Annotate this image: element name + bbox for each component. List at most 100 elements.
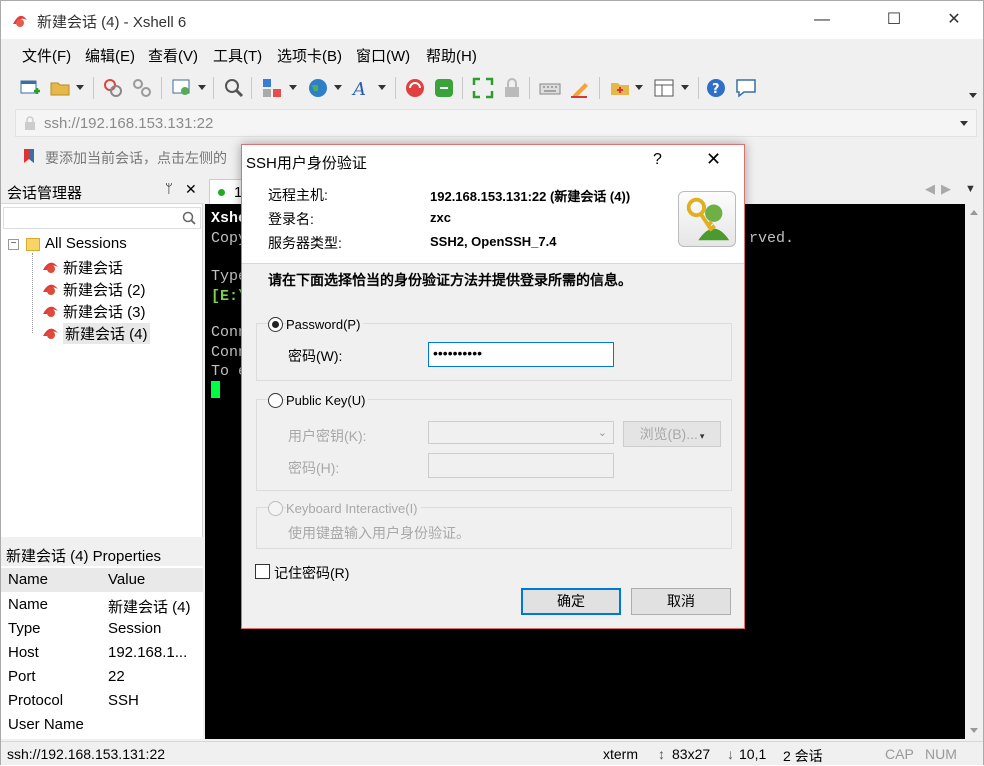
dialog-info-panel: 远程主机: 192.168.153.131:22 (新建会话 (4)) 登录名:… — [242, 177, 744, 264]
disconnect-icon[interactable] — [131, 77, 153, 99]
status-caps-lock: CAP — [885, 746, 914, 762]
highlight-icon[interactable] — [569, 77, 591, 99]
compose-dropdown-icon[interactable] — [635, 85, 643, 90]
tree-item-session[interactable]: 新建会话 (3) — [63, 301, 146, 322]
scroll-down-icon[interactable] — [970, 728, 978, 733]
keyboard-interactive-option-label[interactable]: Keyboard Interactive(I) — [286, 501, 421, 516]
session-search-input[interactable] — [3, 207, 201, 229]
terminal-line-fragment: rved. — [749, 230, 795, 247]
open-folder-icon[interactable] — [49, 77, 71, 99]
browse-button[interactable]: 浏览(B)... ▾ — [623, 421, 721, 447]
font-icon[interactable]: A — [351, 77, 373, 99]
toolbar-separator — [599, 77, 600, 99]
pin-icon[interactable]: ᛘ — [165, 181, 173, 196]
address-bar[interactable]: ssh://192.168.153.131:22 — [15, 109, 977, 137]
remember-password-checkbox[interactable] — [255, 564, 270, 579]
menu-edit[interactable]: 编辑(E) — [85, 45, 135, 66]
chat-icon[interactable] — [735, 77, 757, 99]
lock-icon[interactable] — [501, 77, 523, 99]
menu-tools[interactable]: 工具(T) — [213, 45, 262, 66]
status-terminal-size: 83x27 — [672, 746, 711, 762]
bookmark-icon[interactable] — [21, 148, 37, 164]
property-row: Type Session — [1, 617, 203, 641]
new-session-icon[interactable] — [19, 77, 41, 99]
session-manager-title: 会话管理器 — [7, 185, 83, 202]
password-radio[interactable] — [268, 317, 283, 332]
keyboard-icon[interactable] — [539, 77, 561, 99]
xshell-logo-icon — [13, 15, 27, 27]
password-input[interactable]: •••••••••• — [428, 342, 614, 367]
passphrase-input[interactable] — [428, 453, 614, 478]
name-column-header[interactable]: Name — [8, 571, 48, 588]
svg-text:A: A — [351, 79, 366, 99]
terminal-scrollbar[interactable] — [965, 204, 983, 739]
properties-icon[interactable] — [171, 77, 193, 99]
globe-dropdown-icon[interactable] — [334, 85, 342, 90]
close-panel-icon[interactable]: ✕ — [185, 181, 197, 198]
address-input[interactable]: ssh://192.168.153.131:22 — [44, 115, 213, 132]
close-button[interactable]: ✕ — [931, 1, 977, 39]
user-key-select[interactable]: ⌄ — [428, 421, 614, 444]
menu-view[interactable]: 查看(V) — [148, 45, 198, 66]
server-type-label: 服务器类型: — [268, 235, 342, 251]
cancel-button[interactable]: 取消 — [631, 588, 731, 615]
collapse-icon[interactable]: − — [8, 239, 19, 250]
session-icon — [43, 284, 58, 295]
property-row: Name 新建会话 (4) — [1, 593, 203, 617]
layout-dropdown-icon[interactable] — [681, 85, 689, 90]
connected-status-icon — [218, 189, 225, 196]
compose-icon[interactable] — [609, 77, 631, 99]
property-key: User Name — [8, 716, 84, 733]
size-icon: ↕ — [658, 746, 665, 762]
transfer-icon[interactable] — [261, 77, 283, 99]
tab-menu-icon[interactable]: ▼ — [965, 183, 976, 195]
toolbar-overflow-icon[interactable] — [969, 93, 977, 98]
properties-dropdown-icon[interactable] — [198, 85, 206, 90]
keyboard-interactive-radio[interactable] — [268, 501, 283, 516]
dialog-title-bar: SSH用户身份验证 ? ✕ — [242, 145, 744, 177]
font-dropdown-icon[interactable] — [378, 85, 386, 90]
layout-icon[interactable] — [653, 77, 675, 99]
open-dropdown-icon[interactable] — [76, 85, 84, 90]
value-column-header[interactable]: Value — [108, 571, 145, 588]
dialog-title: SSH用户身份验证 — [246, 155, 367, 172]
toolbar-separator — [213, 77, 214, 99]
tab-prev-icon[interactable]: ◀ — [925, 181, 935, 197]
toolbar: A ? — [1, 69, 983, 107]
tree-item-session-selected[interactable]: 新建会话 (4) — [63, 323, 150, 344]
menu-window[interactable]: 窗口(W) — [356, 45, 410, 66]
remember-password-label[interactable]: 记住密码(R) — [274, 563, 349, 583]
password-field-label: 密码(W): — [288, 348, 343, 364]
tree-root-all-sessions[interactable]: All Sessions — [45, 235, 127, 252]
globe-icon[interactable] — [307, 77, 329, 99]
properties-title: 新建会话 (4) Properties — [6, 548, 162, 565]
tab-next-icon[interactable]: ▶ — [941, 181, 951, 197]
properties-panel: 新建会话 (4) Properties Name Value Name 新建会话 … — [1, 541, 203, 739]
transfer-dropdown-icon[interactable] — [289, 85, 297, 90]
public-key-radio[interactable] — [268, 393, 283, 408]
xftp-icon[interactable] — [433, 77, 455, 99]
maximize-button[interactable]: ☐ — [871, 1, 917, 39]
dialog-close-button[interactable]: ✕ — [706, 149, 721, 170]
toolbar-separator — [93, 77, 94, 99]
scroll-up-icon[interactable] — [970, 210, 978, 215]
reconnect-icon[interactable] — [102, 77, 124, 99]
session-icon — [43, 262, 58, 273]
dialog-help-button[interactable]: ? — [653, 151, 662, 169]
menu-help[interactable]: 帮助(H) — [426, 45, 477, 66]
public-key-option-label[interactable]: Public Key(U) — [286, 393, 369, 408]
search-icon[interactable] — [182, 211, 196, 225]
xshell-window: 新建会话 (4) - Xshell 6 — ☐ ✕ 文件(F) 编辑(E) 查看… — [0, 0, 984, 765]
tree-item-session[interactable]: 新建会话 — [63, 257, 123, 278]
help-icon[interactable]: ? — [705, 77, 727, 99]
menu-file[interactable]: 文件(F) — [22, 45, 71, 66]
minimize-button[interactable]: — — [799, 1, 845, 39]
menu-tabs[interactable]: 选项卡(B) — [277, 45, 342, 66]
tree-item-session[interactable]: 新建会话 (2) — [63, 279, 146, 300]
ok-button[interactable]: 确定 — [521, 588, 621, 615]
fullscreen-icon[interactable] — [472, 77, 494, 99]
password-option-label[interactable]: Password(P) — [286, 317, 364, 332]
xshell-icon[interactable] — [404, 77, 426, 99]
find-icon[interactable] — [223, 77, 245, 99]
address-dropdown-icon[interactable] — [960, 121, 968, 126]
